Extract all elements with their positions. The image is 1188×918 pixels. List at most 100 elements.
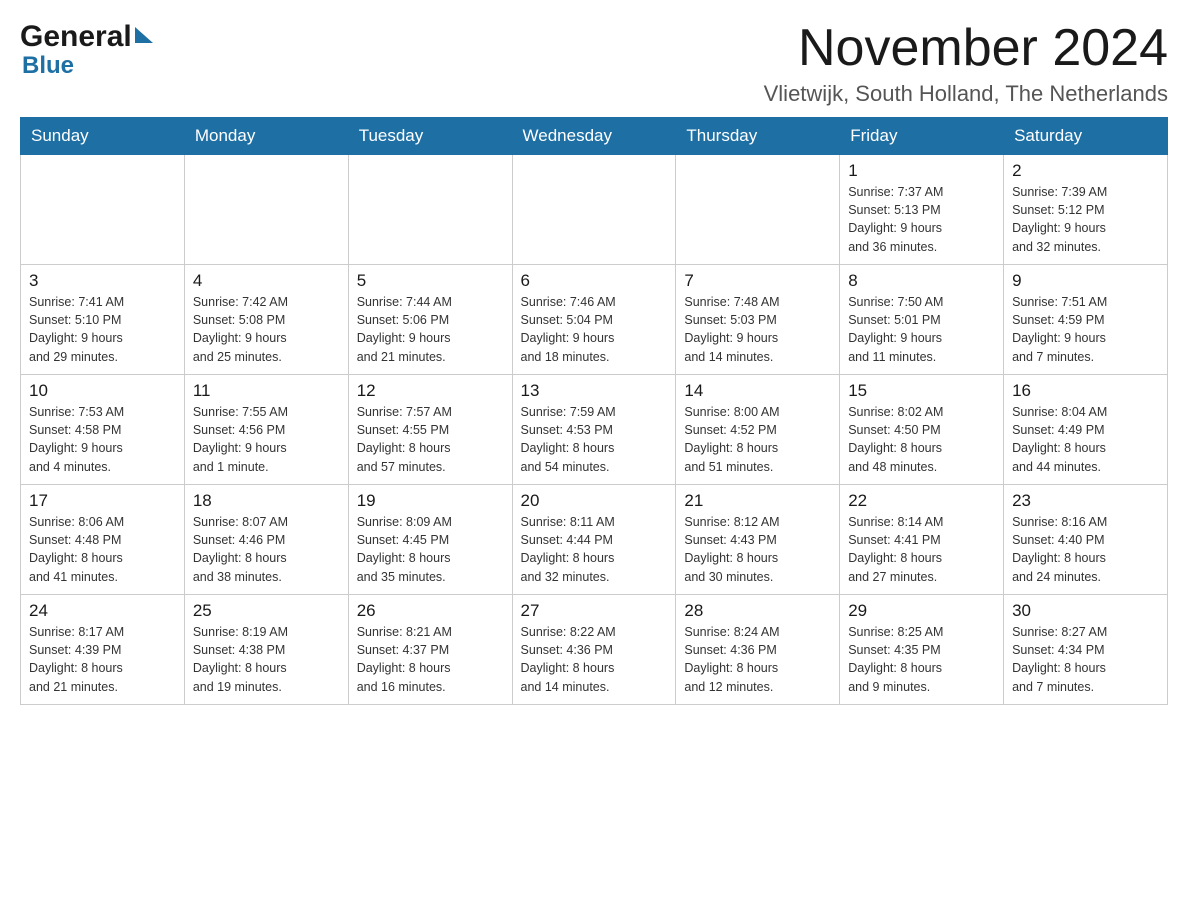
day-number: 2: [1012, 161, 1159, 181]
day-number: 14: [684, 381, 831, 401]
day-info: Sunrise: 7:41 AMSunset: 5:10 PMDaylight:…: [29, 293, 176, 366]
calendar-week-1: 1Sunrise: 7:37 AMSunset: 5:13 PMDaylight…: [21, 155, 1168, 265]
calendar-day: 1Sunrise: 7:37 AMSunset: 5:13 PMDaylight…: [840, 155, 1004, 265]
calendar-day: 27Sunrise: 8:22 AMSunset: 4:36 PMDayligh…: [512, 595, 676, 705]
logo-arrow-icon: [135, 27, 153, 43]
day-info: Sunrise: 8:27 AMSunset: 4:34 PMDaylight:…: [1012, 623, 1159, 696]
day-info: Sunrise: 8:07 AMSunset: 4:46 PMDaylight:…: [193, 513, 340, 586]
day-info: Sunrise: 8:17 AMSunset: 4:39 PMDaylight:…: [29, 623, 176, 696]
day-info: Sunrise: 7:57 AMSunset: 4:55 PMDaylight:…: [357, 403, 504, 476]
day-number: 28: [684, 601, 831, 621]
calendar-week-2: 3Sunrise: 7:41 AMSunset: 5:10 PMDaylight…: [21, 265, 1168, 375]
calendar-day: 17Sunrise: 8:06 AMSunset: 4:48 PMDayligh…: [21, 485, 185, 595]
day-number: 15: [848, 381, 995, 401]
day-number: 18: [193, 491, 340, 511]
day-number: 16: [1012, 381, 1159, 401]
day-number: 17: [29, 491, 176, 511]
calendar-day: 9Sunrise: 7:51 AMSunset: 4:59 PMDaylight…: [1004, 265, 1168, 375]
day-info: Sunrise: 8:22 AMSunset: 4:36 PMDaylight:…: [521, 623, 668, 696]
weekday-header-sunday: Sunday: [21, 118, 185, 155]
calendar-day: 19Sunrise: 8:09 AMSunset: 4:45 PMDayligh…: [348, 485, 512, 595]
calendar-day: 22Sunrise: 8:14 AMSunset: 4:41 PMDayligh…: [840, 485, 1004, 595]
calendar-week-3: 10Sunrise: 7:53 AMSunset: 4:58 PMDayligh…: [21, 375, 1168, 485]
calendar-day: [184, 155, 348, 265]
day-number: 12: [357, 381, 504, 401]
day-info: Sunrise: 7:46 AMSunset: 5:04 PMDaylight:…: [521, 293, 668, 366]
day-info: Sunrise: 8:02 AMSunset: 4:50 PMDaylight:…: [848, 403, 995, 476]
calendar-day: 24Sunrise: 8:17 AMSunset: 4:39 PMDayligh…: [21, 595, 185, 705]
weekday-header-saturday: Saturday: [1004, 118, 1168, 155]
calendar-day: 3Sunrise: 7:41 AMSunset: 5:10 PMDaylight…: [21, 265, 185, 375]
calendar-day: 15Sunrise: 8:02 AMSunset: 4:50 PMDayligh…: [840, 375, 1004, 485]
day-number: 21: [684, 491, 831, 511]
day-number: 29: [848, 601, 995, 621]
day-number: 5: [357, 271, 504, 291]
day-number: 1: [848, 161, 995, 181]
day-info: Sunrise: 8:25 AMSunset: 4:35 PMDaylight:…: [848, 623, 995, 696]
day-number: 11: [193, 381, 340, 401]
day-number: 23: [1012, 491, 1159, 511]
calendar-day: 28Sunrise: 8:24 AMSunset: 4:36 PMDayligh…: [676, 595, 840, 705]
day-info: Sunrise: 7:39 AMSunset: 5:12 PMDaylight:…: [1012, 183, 1159, 256]
calendar-day: 6Sunrise: 7:46 AMSunset: 5:04 PMDaylight…: [512, 265, 676, 375]
day-info: Sunrise: 7:37 AMSunset: 5:13 PMDaylight:…: [848, 183, 995, 256]
weekday-header-tuesday: Tuesday: [348, 118, 512, 155]
calendar-week-5: 24Sunrise: 8:17 AMSunset: 4:39 PMDayligh…: [21, 595, 1168, 705]
day-info: Sunrise: 7:55 AMSunset: 4:56 PMDaylight:…: [193, 403, 340, 476]
weekday-header-wednesday: Wednesday: [512, 118, 676, 155]
calendar-day: 18Sunrise: 8:07 AMSunset: 4:46 PMDayligh…: [184, 485, 348, 595]
calendar-day: 8Sunrise: 7:50 AMSunset: 5:01 PMDaylight…: [840, 265, 1004, 375]
calendar-day: [512, 155, 676, 265]
day-number: 13: [521, 381, 668, 401]
day-number: 25: [193, 601, 340, 621]
day-number: 10: [29, 381, 176, 401]
day-info: Sunrise: 8:14 AMSunset: 4:41 PMDaylight:…: [848, 513, 995, 586]
day-info: Sunrise: 8:24 AMSunset: 4:36 PMDaylight:…: [684, 623, 831, 696]
calendar-day: 2Sunrise: 7:39 AMSunset: 5:12 PMDaylight…: [1004, 155, 1168, 265]
day-info: Sunrise: 8:12 AMSunset: 4:43 PMDaylight:…: [684, 513, 831, 586]
calendar-day: 30Sunrise: 8:27 AMSunset: 4:34 PMDayligh…: [1004, 595, 1168, 705]
day-number: 6: [521, 271, 668, 291]
day-info: Sunrise: 8:09 AMSunset: 4:45 PMDaylight:…: [357, 513, 504, 586]
calendar-day: 12Sunrise: 7:57 AMSunset: 4:55 PMDayligh…: [348, 375, 512, 485]
logo: General Blue: [20, 20, 153, 80]
day-number: 26: [357, 601, 504, 621]
day-info: Sunrise: 8:19 AMSunset: 4:38 PMDaylight:…: [193, 623, 340, 696]
day-info: Sunrise: 7:59 AMSunset: 4:53 PMDaylight:…: [521, 403, 668, 476]
day-info: Sunrise: 7:44 AMSunset: 5:06 PMDaylight:…: [357, 293, 504, 366]
calendar-day: 13Sunrise: 7:59 AMSunset: 4:53 PMDayligh…: [512, 375, 676, 485]
calendar-day: [676, 155, 840, 265]
weekday-header-thursday: Thursday: [676, 118, 840, 155]
calendar-day: 23Sunrise: 8:16 AMSunset: 4:40 PMDayligh…: [1004, 485, 1168, 595]
title-block: November 2024 Vlietwijk, South Holland, …: [764, 20, 1168, 107]
calendar-day: 20Sunrise: 8:11 AMSunset: 4:44 PMDayligh…: [512, 485, 676, 595]
calendar-day: 10Sunrise: 7:53 AMSunset: 4:58 PMDayligh…: [21, 375, 185, 485]
calendar-day: 25Sunrise: 8:19 AMSunset: 4:38 PMDayligh…: [184, 595, 348, 705]
day-info: Sunrise: 8:11 AMSunset: 4:44 PMDaylight:…: [521, 513, 668, 586]
day-number: 8: [848, 271, 995, 291]
calendar-day: [21, 155, 185, 265]
day-info: Sunrise: 7:51 AMSunset: 4:59 PMDaylight:…: [1012, 293, 1159, 366]
calendar-day: 11Sunrise: 7:55 AMSunset: 4:56 PMDayligh…: [184, 375, 348, 485]
weekday-header-row: SundayMondayTuesdayWednesdayThursdayFrid…: [21, 118, 1168, 155]
calendar-day: 5Sunrise: 7:44 AMSunset: 5:06 PMDaylight…: [348, 265, 512, 375]
month-title: November 2024: [764, 20, 1168, 77]
calendar-day: 29Sunrise: 8:25 AMSunset: 4:35 PMDayligh…: [840, 595, 1004, 705]
calendar-day: 14Sunrise: 8:00 AMSunset: 4:52 PMDayligh…: [676, 375, 840, 485]
calendar-day: 4Sunrise: 7:42 AMSunset: 5:08 PMDaylight…: [184, 265, 348, 375]
day-number: 3: [29, 271, 176, 291]
page-header: General Blue November 2024 Vlietwijk, So…: [20, 20, 1168, 107]
day-number: 24: [29, 601, 176, 621]
day-info: Sunrise: 8:16 AMSunset: 4:40 PMDaylight:…: [1012, 513, 1159, 586]
day-info: Sunrise: 8:04 AMSunset: 4:49 PMDaylight:…: [1012, 403, 1159, 476]
day-info: Sunrise: 7:48 AMSunset: 5:03 PMDaylight:…: [684, 293, 831, 366]
location-subtitle: Vlietwijk, South Holland, The Netherland…: [764, 81, 1168, 107]
logo-general-text: General: [20, 20, 132, 54]
logo-blue-text: Blue: [22, 52, 74, 80]
day-number: 22: [848, 491, 995, 511]
calendar-day: 26Sunrise: 8:21 AMSunset: 4:37 PMDayligh…: [348, 595, 512, 705]
day-number: 4: [193, 271, 340, 291]
day-info: Sunrise: 7:50 AMSunset: 5:01 PMDaylight:…: [848, 293, 995, 366]
calendar-day: 16Sunrise: 8:04 AMSunset: 4:49 PMDayligh…: [1004, 375, 1168, 485]
day-info: Sunrise: 8:06 AMSunset: 4:48 PMDaylight:…: [29, 513, 176, 586]
